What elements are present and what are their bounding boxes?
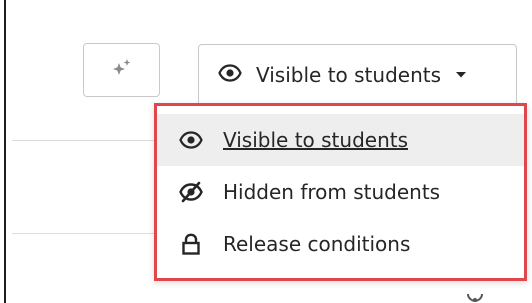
lock-icon bbox=[179, 232, 203, 256]
menu-item-visible-to-students[interactable]: Visible to students bbox=[157, 114, 524, 166]
menu-item-label: Hidden from students bbox=[223, 180, 441, 204]
menu-item-label: Visible to students bbox=[223, 128, 408, 152]
eye-icon bbox=[179, 128, 203, 152]
sparkle-icon bbox=[111, 57, 133, 83]
divider-line bbox=[12, 140, 164, 141]
divider-line bbox=[12, 233, 164, 234]
visibility-dropdown-button[interactable]: Visible to students bbox=[198, 44, 517, 105]
caret-down-icon bbox=[455, 71, 467, 79]
eye-slash-icon bbox=[179, 180, 203, 204]
menu-item-hidden-from-students[interactable]: Hidden from students bbox=[157, 166, 524, 218]
visibility-button-label: Visible to students bbox=[256, 63, 441, 87]
menu-item-label: Release conditions bbox=[223, 232, 411, 256]
menu-item-release-conditions[interactable]: Release conditions bbox=[157, 218, 524, 270]
magic-button[interactable] bbox=[83, 43, 160, 97]
visibility-menu: Visible to students Hidden from students… bbox=[154, 103, 527, 281]
eye-icon bbox=[218, 61, 242, 90]
partial-icon bbox=[465, 291, 485, 303]
